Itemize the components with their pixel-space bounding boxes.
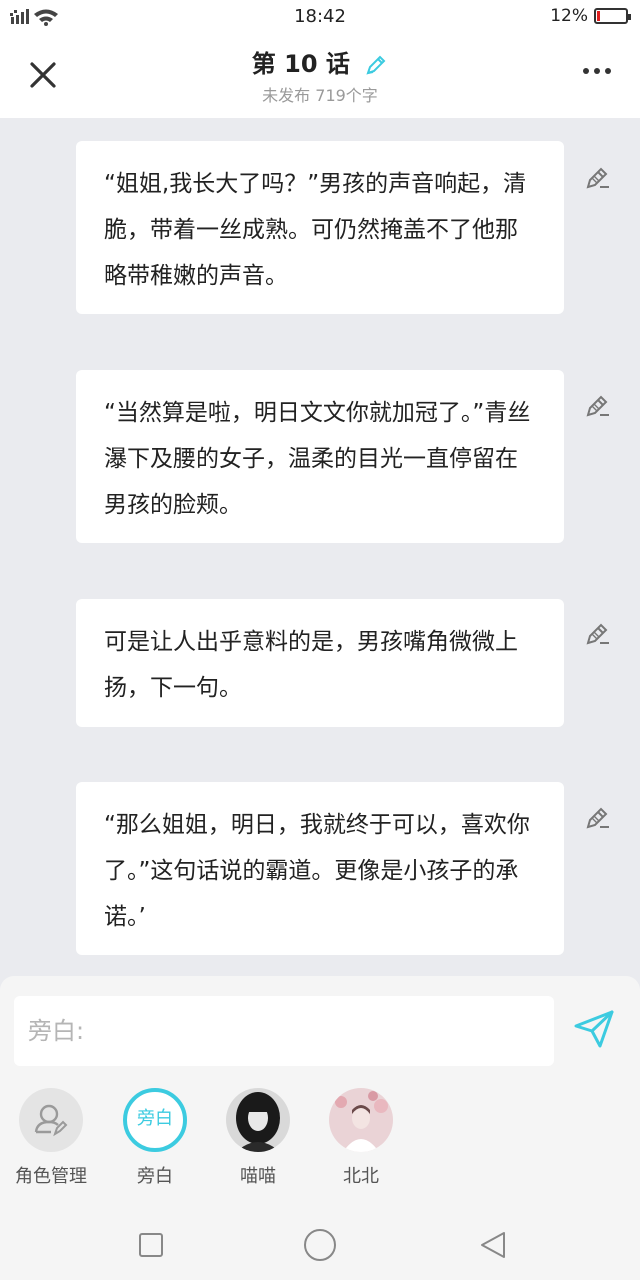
narrator-avatar-text: 旁白 — [137, 1108, 173, 1129]
chapter-header: 第 10 话 未发布 719个字 — [0, 34, 640, 118]
person-edit-icon — [34, 1104, 68, 1137]
status-time: 18:42 — [294, 6, 346, 27]
miaomiao-photo — [226, 1088, 290, 1152]
recents-icon[interactable] — [138, 1232, 164, 1258]
narrator-avatar: 旁白 — [123, 1088, 187, 1152]
role-label: 旁白 — [137, 1166, 173, 1187]
status-bar: 18:42 12% — [0, 0, 640, 34]
edit-paragraph-icon[interactable] — [585, 392, 611, 418]
role-miaomiao-button[interactable]: 喵喵 — [213, 1088, 303, 1188]
edit-title-icon[interactable] — [364, 53, 388, 77]
paragraph-text: “那么姐姐，明日，我就终于可以，喜欢你了。”这句话说的霸道。更像是小孩子的承诺。… — [104, 812, 530, 930]
role-narrator-button[interactable]: 旁白 旁白 — [110, 1088, 200, 1188]
paragraph-card[interactable]: “那么姐姐，明日，我就终于可以，喜欢你了。”这句话说的霸道。更像是小孩子的承诺。… — [76, 782, 564, 955]
paragraph-card[interactable]: “当然算是啦，明日文文你就加冠了。”青丝瀑下及腰的女子，温柔的目光一直停留在男孩… — [76, 370, 564, 543]
role-label: 喵喵 — [240, 1166, 276, 1187]
battery-level — [597, 11, 600, 21]
miaomiao-avatar — [226, 1088, 290, 1152]
narration-input[interactable]: 旁白: — [14, 996, 554, 1066]
edit-paragraph-icon[interactable] — [585, 620, 611, 646]
role-beibei-button[interactable]: 北北 — [316, 1088, 406, 1188]
back-icon[interactable] — [478, 1230, 508, 1260]
beibei-avatar — [329, 1088, 393, 1152]
role-manage-button[interactable]: 角色管理 — [6, 1088, 96, 1188]
edit-paragraph-icon[interactable] — [585, 804, 611, 830]
role-manage-avatar — [19, 1088, 83, 1152]
paragraph-text: 可是让人出乎意料的是，男孩嘴角微微上扬，下一句。 — [104, 629, 518, 701]
send-icon[interactable] — [572, 1006, 616, 1050]
more-options-icon[interactable] — [582, 66, 612, 76]
battery-icon — [594, 8, 631, 24]
chapter-title-row[interactable]: 第 10 话 — [0, 44, 640, 79]
role-label: 角色管理 — [15, 1166, 87, 1187]
paragraph-card[interactable]: “姐姐,我长大了吗？”男孩的声音响起，清脆，带着一丝成熟。可仍然掩盖不了他那略带… — [76, 141, 564, 314]
paragraph-text: “姐姐,我长大了吗？”男孩的声音响起，清脆，带着一丝成熟。可仍然掩盖不了他那略带… — [104, 171, 527, 289]
role-label: 北北 — [343, 1166, 379, 1187]
battery-percent: 12% — [550, 6, 588, 26]
paragraph-text: “当然算是啦，明日文文你就加冠了。”青丝瀑下及腰的女子，温柔的目光一直停留在男孩… — [104, 400, 531, 518]
chapter-title: 第 10 话 — [251, 50, 350, 78]
beibei-photo — [329, 1088, 393, 1152]
system-nav-bar — [0, 1206, 640, 1280]
edit-paragraph-icon[interactable] — [585, 164, 611, 190]
home-icon[interactable] — [303, 1228, 337, 1262]
chapter-subtitle: 未发布 719个字 — [262, 86, 378, 105]
paragraph-card[interactable]: 可是让人出乎意料的是，男孩嘴角微微上扬，下一句。 — [76, 599, 564, 727]
